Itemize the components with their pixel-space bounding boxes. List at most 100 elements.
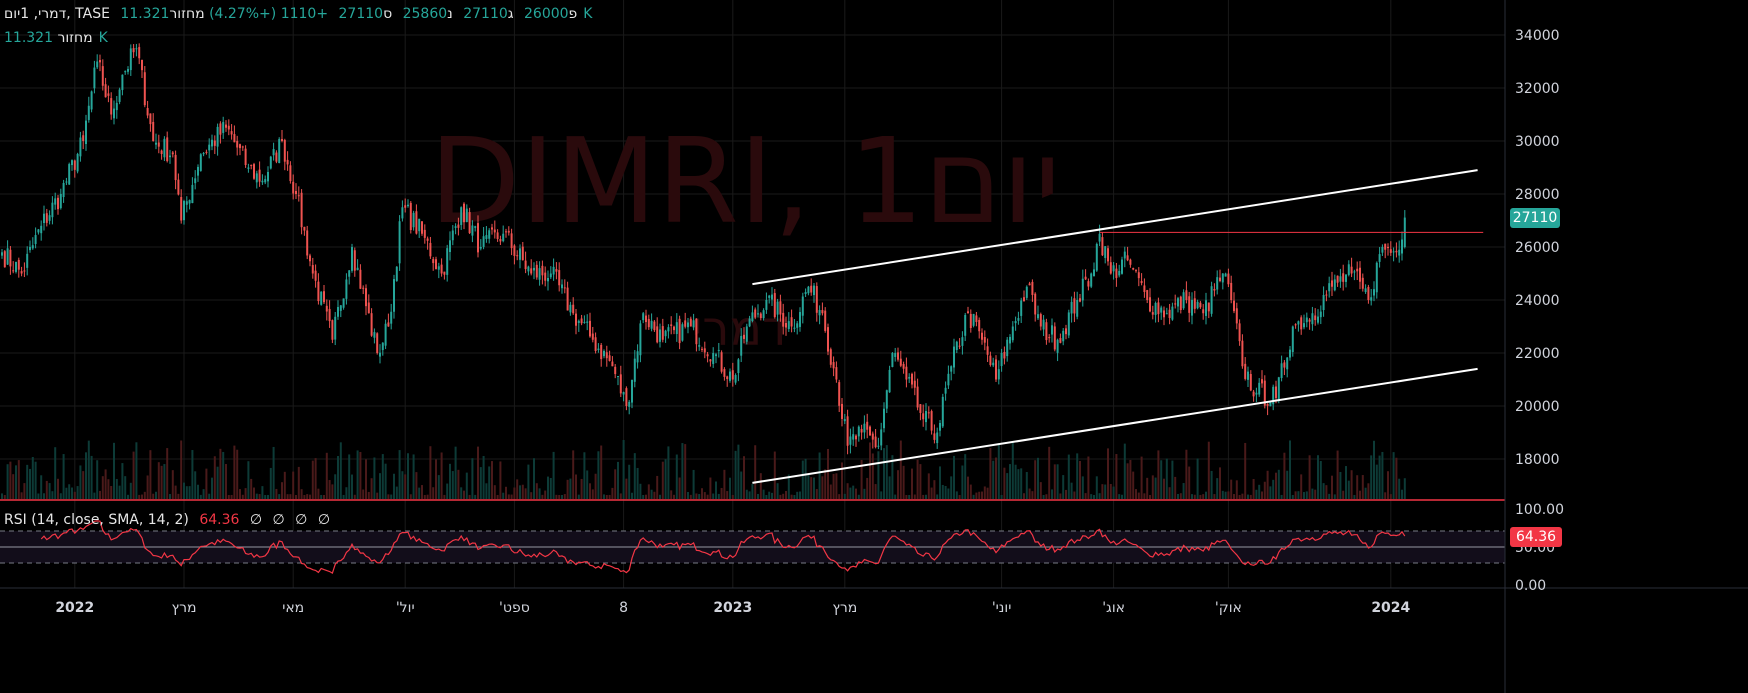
- time-tick-label: 2023: [713, 600, 752, 616]
- volume-bar: [113, 442, 115, 499]
- volume-bar: [485, 483, 488, 499]
- candle-body: [115, 102, 118, 111]
- volume-bar: [843, 493, 846, 499]
- volume-bar: [219, 448, 222, 499]
- time-tick-label: 'יול: [396, 600, 415, 616]
- volume-bar: [883, 448, 885, 499]
- candle-body: [1137, 272, 1140, 279]
- price-tick-label: 22000: [1515, 346, 1560, 362]
- open-value: 26000: [524, 6, 569, 22]
- candle-body: [955, 341, 958, 351]
- candle-body: [986, 346, 989, 355]
- volume-bar: [1233, 494, 1235, 499]
- volume-bar: [566, 479, 569, 499]
- volume-bar: [155, 491, 157, 499]
- volume-bar: [1269, 486, 1272, 499]
- volume-bar: [1356, 475, 1359, 499]
- volume-bar: [1350, 470, 1353, 499]
- candle-body: [1280, 363, 1283, 378]
- symbol-label[interactable]: דמרי, 1יום, TASE: [4, 6, 110, 22]
- price-chart[interactable]: DIMRI, 1יום דמרי 34000320003000028000260…: [0, 0, 1748, 693]
- volume-bar: [233, 445, 236, 499]
- volume-bar: [1126, 463, 1129, 499]
- candle-body: [365, 288, 367, 307]
- volume-bar: [580, 478, 583, 499]
- volume-bar: [740, 471, 743, 499]
- candle-body: [1356, 268, 1359, 272]
- volume-bar: [547, 476, 549, 499]
- volume-bar: [384, 463, 387, 499]
- volume-bar: [720, 487, 723, 499]
- volume-bar: [964, 454, 967, 499]
- volume-bar: [776, 483, 779, 499]
- high-label: ג: [507, 6, 514, 22]
- candle-body: [146, 108, 149, 116]
- rsi-axis[interactable]: 100.0050.000.00: [1515, 502, 1564, 594]
- volume-bar: [661, 461, 664, 499]
- candle-body: [661, 326, 664, 340]
- volume-bar: [1381, 451, 1384, 499]
- volume-bar: [110, 485, 113, 499]
- candle-body: [90, 91, 93, 110]
- volume-bar: [586, 470, 589, 499]
- candle-body: [79, 137, 82, 157]
- candle-body: [1037, 314, 1039, 319]
- volume-bar: [947, 488, 950, 499]
- candle-body: [1191, 299, 1193, 316]
- volume-bar: [975, 492, 978, 499]
- volume-bar: [367, 491, 370, 499]
- volume-bar: [59, 493, 62, 499]
- candle-body: [891, 353, 894, 367]
- candle-body: [1311, 313, 1314, 325]
- candle-body: [1269, 402, 1272, 407]
- candle-body: [1398, 249, 1401, 256]
- volume-bar: [656, 475, 659, 499]
- candle-body: [465, 208, 468, 223]
- volume-bar: [373, 457, 376, 499]
- volume-legend[interactable]: מחזור 11.321K: [4, 30, 114, 46]
- candle-body: [1149, 297, 1151, 312]
- candle-body: [1401, 239, 1403, 254]
- volume-bar: [603, 494, 605, 499]
- candle-body: [642, 313, 645, 321]
- candle-body: [85, 120, 87, 145]
- candle-body: [765, 300, 768, 310]
- candle-body: [804, 292, 807, 295]
- volume-bar: [1034, 460, 1037, 499]
- volume-bar: [446, 483, 449, 499]
- volume-bar: [303, 494, 306, 499]
- volume-bar: [297, 466, 300, 499]
- volume-bar: [1367, 483, 1370, 499]
- low-value: 25860: [402, 6, 448, 22]
- candle-body: [40, 225, 43, 234]
- candle-body: [1000, 352, 1003, 367]
- candle-body: [398, 221, 401, 264]
- volume-bar: [127, 494, 129, 499]
- volume-bar: [1157, 450, 1160, 499]
- volume-bar: [919, 464, 922, 499]
- price-axis[interactable]: 34000 32000 30000 28000 26000 24000 22000 20000…: [1515, 28, 1560, 468]
- time-axis[interactable]: 2022 מרץ מאי 'יול 'ספט 8 2023 מרץ 'יוני 'אוג 'אוק 2…: [55, 600, 1410, 616]
- candle-body: [1168, 309, 1171, 318]
- candle-body: [1095, 243, 1098, 271]
- candle-body: [608, 355, 611, 361]
- volume-bar: [1079, 460, 1081, 499]
- volume-bar: [1333, 494, 1336, 499]
- volume-bar: [359, 451, 362, 499]
- candle-body: [325, 305, 328, 312]
- volume-bar: [1053, 464, 1056, 499]
- volume-bar: [1255, 489, 1258, 499]
- candle-body: [779, 301, 782, 315]
- candle-body: [381, 342, 384, 351]
- volume-bar: [62, 454, 65, 499]
- candle-body: [1017, 318, 1020, 321]
- volume-bar: [801, 460, 804, 499]
- volume-bar: [619, 493, 622, 499]
- volume-bar: [54, 447, 57, 499]
- volume-bar: [477, 446, 479, 499]
- candle-body: [1205, 300, 1207, 316]
- volume-bar: [1062, 475, 1065, 499]
- volume-bar: [1342, 490, 1345, 499]
- candle-body: [1266, 403, 1269, 406]
- rsi-legend[interactable]: RSI (14, close, SMA, 14, 2) 64.36 ∅ ∅ ∅ …: [4, 512, 336, 528]
